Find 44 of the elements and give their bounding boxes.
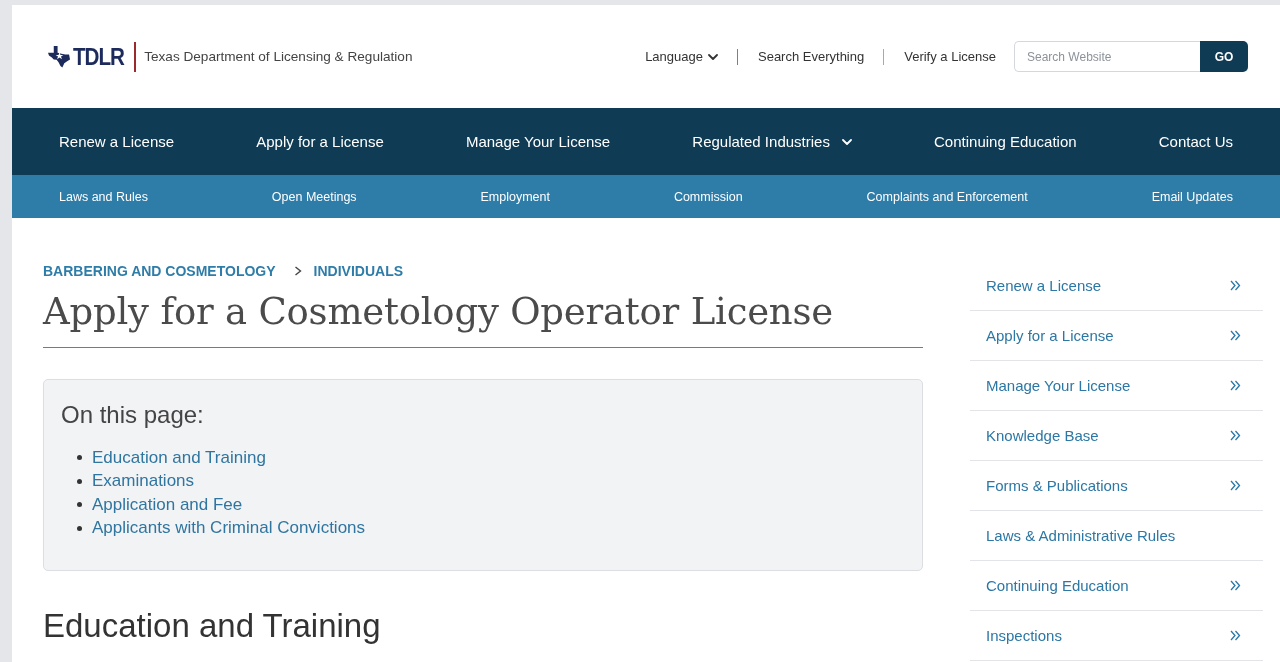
utility-link[interactable]: Search Everything <box>758 49 865 64</box>
sidebar-link[interactable]: Apply for a License <box>970 311 1263 361</box>
secondary-nav-link[interactable]: Employment <box>480 189 550 204</box>
anchor-link[interactable]: Application and Fee <box>92 494 243 515</box>
sidebar-link[interactable]: Forms & Publications <box>970 461 1263 511</box>
anchor-link[interactable]: Applicants with Criminal Convictions <box>92 518 366 539</box>
chevron-right-icon <box>293 265 302 276</box>
section-heading: Education and Training <box>43 606 382 646</box>
nav-link[interactable]: Manage Your License <box>465 133 611 150</box>
bullet-icon <box>77 525 82 531</box>
bullet-icon <box>77 502 82 508</box>
sidebar-link[interactable]: Laws & Administrative Rules <box>970 511 1263 561</box>
logo-wordmark: TDLR <box>73 44 124 69</box>
bullet-icon <box>77 478 82 484</box>
secondary-nav-link[interactable]: Complaints and Enforcement <box>866 189 1028 204</box>
nav-link[interactable]: Apply for a License <box>256 133 384 150</box>
sidebar-link[interactable]: Inspections <box>970 611 1263 661</box>
agency-name: Texas Department of Licensing & Regulation <box>144 49 413 64</box>
page-title: Apply for a Cosmetology Operator License <box>43 289 834 335</box>
nav-link[interactable]: Continuing Education <box>934 133 1077 150</box>
search-field[interactable]: Search Website <box>1014 41 1200 72</box>
bullet-icon <box>77 455 82 461</box>
utility-link[interactable]: Verify a License <box>904 49 996 64</box>
secondary-nav-link[interactable]: Email Updates <box>1151 189 1233 204</box>
go-button[interactable]: GO <box>1200 41 1248 72</box>
nav-link[interactable]: Renew a License <box>59 133 175 150</box>
breadcrumb-link[interactable]: INDIVIDUALS <box>313 262 404 279</box>
secondary-nav-link[interactable]: Commission <box>673 189 743 204</box>
secondary-nav-link[interactable]: Laws and Rules <box>59 189 148 204</box>
sidebar-link[interactable]: Knowledge Base <box>970 411 1263 461</box>
texas-star-icon <box>48 46 71 68</box>
sidebar-link[interactable]: Manage Your License <box>970 361 1263 411</box>
breadcrumb-link[interactable]: BARBERING AND COSMETOLOGY <box>43 262 276 279</box>
chevron-down-icon <box>708 53 718 60</box>
anchor-link[interactable]: Examinations <box>92 471 195 492</box>
sidebar-link[interactable]: Renew a License <box>970 261 1263 311</box>
language-dropdown[interactable]: Language <box>645 49 718 64</box>
anchor-link[interactable]: Education and Training <box>92 447 266 468</box>
logo-link[interactable]: TDLR Texas Department of Licensing & Regulation <box>48 41 413 72</box>
panel-heading: On this page: <box>61 400 205 429</box>
sidebar-link[interactable]: Continuing Education <box>970 561 1263 611</box>
nav-link[interactable]: Contact Us <box>1158 133 1233 150</box>
secondary-nav-link[interactable]: Open Meetings <box>271 189 357 204</box>
nav-link[interactable]: Regulated Industries <box>692 133 852 150</box>
